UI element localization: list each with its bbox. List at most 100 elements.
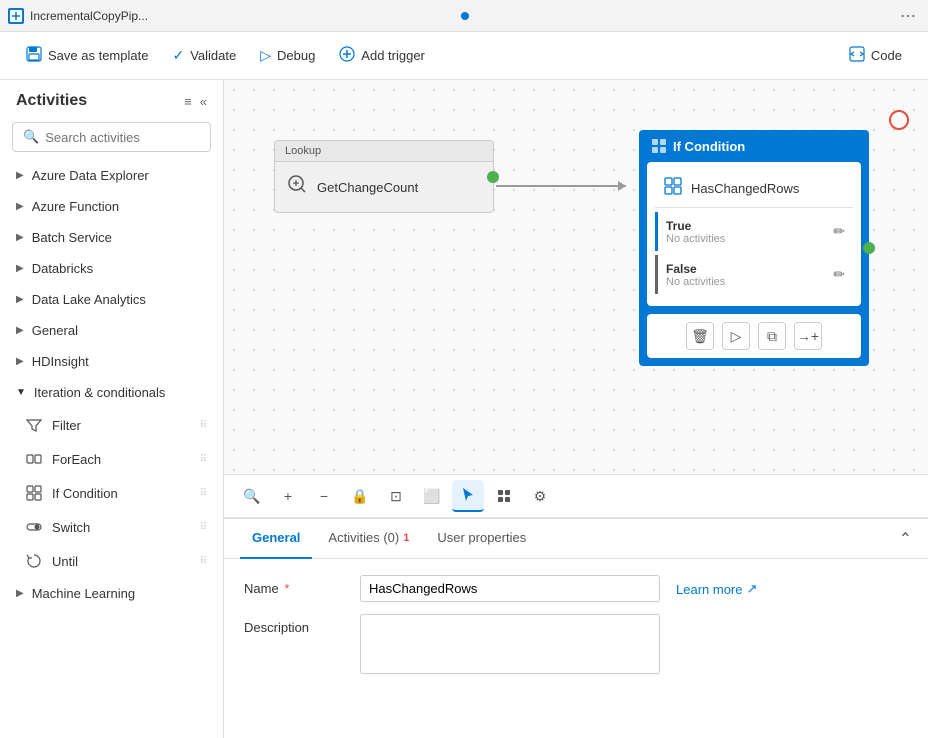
code-icon — [849, 46, 865, 65]
pipeline-connector — [496, 185, 626, 187]
search-input[interactable] — [45, 130, 200, 145]
learn-more-link[interactable]: Learn more ↗ — [676, 575, 757, 597]
save-template-button[interactable]: Save as template — [16, 40, 158, 71]
main-toolbar: Save as template ✓ Validate ▷ Debug Add … — [0, 32, 928, 80]
activities-badge: 1 — [403, 532, 409, 544]
iteration-conditionals-items: Filter ⠿ ForEach ⠿ If Cond — [0, 408, 223, 578]
if-condition-icon — [24, 483, 44, 503]
filter-icon — [24, 415, 44, 435]
category-label: Azure Data Explorer — [32, 168, 149, 183]
if-condition-header-icon — [651, 138, 667, 154]
chevron-right-icon: ▶ — [16, 294, 24, 305]
true-branch-edit-icon[interactable]: ✏ — [833, 223, 845, 240]
tab-general[interactable]: General — [240, 519, 312, 559]
lookup-node-icon — [285, 172, 309, 202]
if-condition-node[interactable]: If Condition HasChangedRows True — [639, 130, 869, 366]
required-indicator: * — [284, 581, 289, 596]
more-options-icon[interactable]: ⋯ — [896, 6, 920, 26]
category-label: Databricks — [32, 261, 93, 276]
run-node-button[interactable]: ▷ — [722, 322, 750, 350]
if-node-title: If Condition — [673, 139, 745, 154]
debug-icon: ▷ — [260, 47, 271, 64]
chevron-right-icon: ▶ — [16, 232, 24, 243]
false-branch-sublabel: No activities — [666, 276, 833, 288]
settings-tool[interactable]: ⚙ — [524, 480, 556, 512]
fit-to-screen-button[interactable]: ⊡ — [380, 480, 412, 512]
lock-button[interactable]: 🔒 — [344, 480, 376, 512]
description-input[interactable] — [360, 614, 660, 674]
switch-icon — [24, 517, 44, 537]
if-output-port — [863, 242, 875, 254]
canvas-area: Lookup GetChangeCount — [224, 80, 928, 738]
chevron-right-icon: ▶ — [16, 263, 24, 274]
true-branch[interactable]: True No activities ✏ — [655, 212, 853, 251]
add-node-button[interactable]: + — [272, 480, 304, 512]
chevron-right-icon: ▶ — [16, 325, 24, 336]
app-icon — [8, 8, 24, 24]
activity-item-switch[interactable]: Switch ⠿ — [0, 510, 223, 544]
copy-node-button[interactable]: ⧉ — [758, 322, 786, 350]
code-button[interactable]: Code — [839, 40, 912, 71]
tab-activities[interactable]: Activities (0) 1 — [316, 519, 421, 559]
cursor-tool[interactable] — [452, 480, 484, 512]
sidebar-collapse-icon[interactable]: « — [200, 94, 207, 109]
if-node-header: If Condition — [639, 130, 869, 162]
unsaved-indicator — [461, 12, 469, 20]
validate-button[interactable]: ✓ Validate — [162, 41, 246, 70]
app-container: Save as template ✓ Validate ▷ Debug Add … — [0, 32, 928, 738]
tab-activities-label: Activities (0) — [328, 530, 399, 545]
chevron-down-icon: ▼ — [16, 387, 26, 398]
false-branch-edit-icon[interactable]: ✏ — [833, 266, 845, 283]
chevron-right-icon: ▶ — [16, 201, 24, 212]
collapse-panel-icon[interactable]: ⌃ — [899, 529, 912, 549]
chevron-right-icon: ▶ — [16, 356, 24, 367]
validate-label: Validate — [190, 48, 236, 63]
search-canvas-button[interactable]: 🔍 — [236, 480, 268, 512]
category-label: Data Lake Analytics — [32, 292, 146, 307]
sidebar-item-batch-service[interactable]: ▶ Batch Service — [0, 222, 223, 253]
external-link-icon: ↗ — [746, 581, 757, 597]
sidebar-item-data-lake-analytics[interactable]: ▶ Data Lake Analytics — [0, 284, 223, 315]
false-branch[interactable]: False No activities ✏ — [655, 255, 853, 294]
activity-item-foreach[interactable]: ForEach ⠿ — [0, 442, 223, 476]
debug-button[interactable]: ▷ Debug — [250, 41, 325, 70]
activity-item-filter[interactable]: Filter ⠿ — [0, 408, 223, 442]
drag-handle-icon: ⠿ — [200, 522, 207, 533]
tab-user-properties[interactable]: User properties — [425, 519, 538, 559]
fit-width-button[interactable]: ⬜ — [416, 480, 448, 512]
search-icon: 🔍 — [23, 129, 39, 145]
tab-user-properties-label: User properties — [437, 530, 526, 545]
delete-node-button[interactable]: 🗑 — [686, 322, 714, 350]
learn-more-label: Learn more — [676, 582, 742, 597]
sidebar-item-databricks[interactable]: ▶ Databricks — [0, 253, 223, 284]
properties-tabs: General Activities (0) 1 User properties… — [224, 519, 928, 559]
activity-item-if-condition[interactable]: If Condition ⠿ — [0, 476, 223, 510]
category-label: Iteration & conditionals — [34, 385, 166, 400]
sidebar-item-azure-data-explorer[interactable]: ▶ Azure Data Explorer — [0, 160, 223, 191]
true-branch-label: True — [666, 219, 691, 233]
name-input[interactable] — [360, 575, 660, 602]
lookup-node[interactable]: Lookup GetChangeCount — [274, 140, 494, 213]
sidebar-item-machine-learning[interactable]: ▶ Machine Learning — [0, 578, 223, 609]
sidebar-item-hdinsight[interactable]: ▶ HDInsight — [0, 346, 223, 377]
add-trigger-button[interactable]: Add trigger — [329, 40, 435, 71]
remove-node-button[interactable]: − — [308, 480, 340, 512]
description-row: Description — [244, 614, 908, 674]
sidebar-item-iteration-conditionals[interactable]: ▼ Iteration & conditionals — [0, 377, 223, 408]
condition-icon — [663, 176, 683, 201]
activity-label: Filter — [52, 418, 192, 433]
category-label: General — [32, 323, 78, 338]
if-condition-content: HasChangedRows True No activities ✏ Fals… — [647, 162, 861, 306]
if-node-footer: 🗑 ▷ ⧉ →+ — [647, 314, 861, 358]
drag-handle-icon: ⠿ — [200, 488, 207, 499]
add-output-button[interactable]: →+ — [794, 322, 822, 350]
collapse-icon[interactable]: ≡ — [184, 94, 192, 109]
sidebar-item-azure-function[interactable]: ▶ Azure Function — [0, 191, 223, 222]
pipeline-canvas[interactable]: Lookup GetChangeCount — [224, 80, 928, 474]
description-label: Description — [244, 614, 344, 635]
sidebar-title: Activities — [16, 92, 87, 110]
sidebar-item-general[interactable]: ▶ General — [0, 315, 223, 346]
false-branch-label: False — [666, 262, 697, 276]
pan-tool[interactable] — [488, 480, 520, 512]
activity-item-until[interactable]: Until ⠿ — [0, 544, 223, 578]
